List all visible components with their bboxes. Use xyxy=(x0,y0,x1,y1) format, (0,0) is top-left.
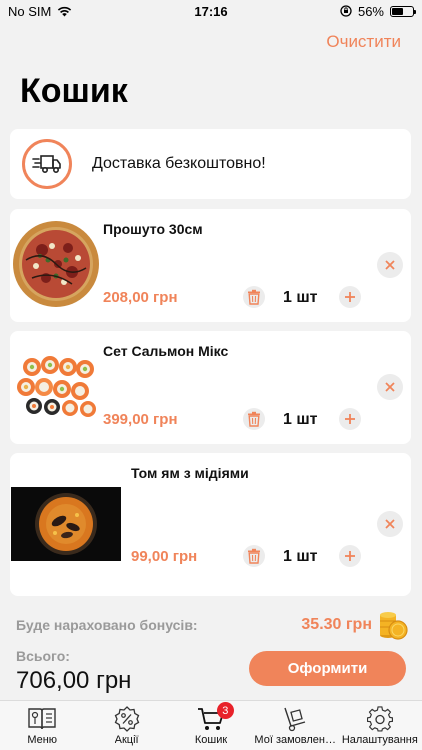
increase-quantity-button[interactable] xyxy=(339,286,361,308)
tab-label: Налаштування xyxy=(341,734,418,746)
close-icon xyxy=(385,260,395,270)
item-name: Прошуто 30см xyxy=(103,221,203,237)
cart-item: Сет Сальмон Мікс 399,00 грн 1 шт xyxy=(10,331,411,444)
tab-label: Меню xyxy=(27,734,58,746)
hand-truck-icon xyxy=(281,706,309,732)
checkout-button[interactable]: Оформити xyxy=(249,651,406,686)
page-title: Кошик xyxy=(20,72,128,110)
plus-icon xyxy=(345,551,355,561)
coins-icon xyxy=(380,612,408,640)
wifi-icon xyxy=(58,6,72,16)
cart-item: Том ям з мідіями 99,00 грн 1 шт xyxy=(10,453,411,596)
status-left: No SIM xyxy=(8,4,138,19)
tab-label: Мої замовлення xyxy=(254,734,337,746)
clear-cart-button[interactable]: Очистити xyxy=(326,32,401,52)
total-label: Всього: xyxy=(16,648,70,664)
discount-badge-icon xyxy=(114,706,140,732)
tom-yam-soup-image xyxy=(11,487,121,561)
carrier-text: No SIM xyxy=(8,3,52,19)
cart-count-badge: 3 xyxy=(216,702,234,719)
tab-promotions[interactable]: Акції xyxy=(84,701,168,750)
sushi-set-image xyxy=(17,356,96,417)
gear-icon xyxy=(366,706,393,732)
item-quantity: 1 шт xyxy=(283,548,318,565)
plus-icon xyxy=(345,414,355,424)
remove-item-button[interactable] xyxy=(377,252,403,278)
delete-item-button[interactable] xyxy=(243,408,265,430)
trash-icon xyxy=(248,411,260,427)
bonus-label: Буде нараховано бонусів: xyxy=(16,617,198,633)
tab-cart[interactable]: 3 Кошик xyxy=(169,701,253,750)
status-bar: No SIM 17:16 56% xyxy=(0,0,422,22)
status-right: 56% xyxy=(284,3,416,19)
tab-my-orders[interactable]: Мої замовлення xyxy=(253,701,337,750)
delete-item-button[interactable] xyxy=(243,545,265,567)
plus-icon xyxy=(345,292,355,302)
bonus-value: 35.30 грн xyxy=(301,616,372,633)
cart-item: Прошуто 30см 208,00 грн 1 шт xyxy=(10,209,411,322)
increase-quantity-button[interactable] xyxy=(339,545,361,567)
remove-item-button[interactable] xyxy=(377,374,403,400)
delete-item-button[interactable] xyxy=(243,286,265,308)
item-price: 399,00 грн xyxy=(103,411,178,428)
trash-icon xyxy=(248,548,260,564)
increase-quantity-button[interactable] xyxy=(339,408,361,430)
tab-menu[interactable]: Меню xyxy=(0,701,84,750)
menu-book-icon xyxy=(27,706,57,732)
item-price: 99,00 грн xyxy=(131,548,198,565)
pizza-image xyxy=(13,221,99,307)
tab-bar: Меню Акції 3 Кошик Мої замовлення Налашт… xyxy=(0,700,422,750)
item-price: 208,00 грн xyxy=(103,289,178,306)
remove-item-button[interactable] xyxy=(377,511,403,537)
orientation-lock-icon xyxy=(340,5,352,17)
close-icon xyxy=(385,382,395,392)
total-value: 706,00 грн xyxy=(16,667,132,694)
item-name: Том ям з мідіями xyxy=(131,465,249,481)
tab-settings[interactable]: Налаштування xyxy=(338,701,422,750)
item-name: Сет Сальмон Мікс xyxy=(103,343,229,359)
delivery-truck-icon xyxy=(22,139,72,189)
tab-label: Акції xyxy=(114,734,139,746)
item-quantity: 1 шт xyxy=(283,289,318,306)
battery-fill xyxy=(392,7,404,15)
battery-percent: 56% xyxy=(357,3,384,19)
battery-icon xyxy=(390,5,416,17)
tab-label: Кошик xyxy=(194,734,228,746)
status-time: 17:16 xyxy=(194,3,228,19)
item-quantity: 1 шт xyxy=(283,411,318,428)
close-icon xyxy=(385,519,395,529)
trash-icon xyxy=(248,289,260,305)
delivery-banner: Доставка безкоштовно! xyxy=(10,129,411,199)
delivery-text: Доставка безкоштовно! xyxy=(92,155,266,172)
